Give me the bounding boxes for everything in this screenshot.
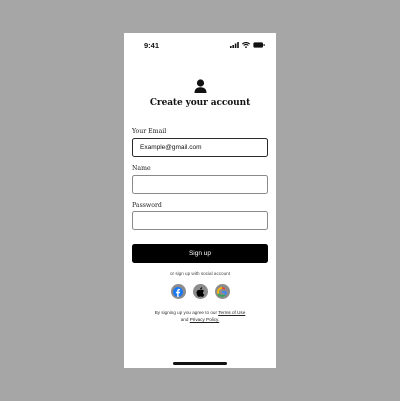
sign-up-button[interactable]: Sign up bbox=[132, 244, 268, 263]
terms-prefix: By signing up you agree to our bbox=[154, 310, 218, 315]
cellular-signal-icon bbox=[230, 42, 239, 48]
terms-line-2: and Privacy Policy. bbox=[124, 316, 276, 323]
apple-icon bbox=[196, 286, 205, 297]
terms-line-1: By signing up you agree to our Terms of … bbox=[124, 309, 276, 316]
google-icon bbox=[217, 286, 227, 297]
facebook-login-button[interactable] bbox=[170, 284, 186, 299]
email-field[interactable] bbox=[132, 138, 268, 157]
header: Create your account bbox=[124, 79, 276, 108]
password-field[interactable] bbox=[132, 211, 268, 230]
terms-conjunction: and bbox=[180, 317, 189, 322]
name-label: Name bbox=[132, 165, 151, 172]
name-field[interactable] bbox=[132, 175, 268, 194]
email-label: Your Email bbox=[132, 128, 167, 135]
user-icon bbox=[194, 79, 207, 93]
terms-of-use-link[interactable]: Terms of Use bbox=[218, 310, 245, 315]
home-indicator bbox=[173, 362, 227, 365]
terms-notice: By signing up you agree to our Terms of … bbox=[124, 309, 276, 323]
phone-screen: 9:41 Create your account Your Email Exam… bbox=[124, 33, 276, 368]
facebook-icon bbox=[173, 286, 183, 297]
password-label: Password bbox=[132, 202, 162, 209]
page-title: Create your account bbox=[149, 98, 251, 108]
privacy-policy-link[interactable]: Privacy Policy. bbox=[190, 317, 220, 322]
status-bar: 9:41 bbox=[124, 33, 276, 57]
wifi-icon bbox=[242, 42, 250, 48]
status-icons bbox=[230, 42, 265, 48]
social-login-row bbox=[124, 284, 276, 299]
apple-login-button[interactable] bbox=[192, 284, 208, 299]
battery-icon bbox=[253, 42, 265, 48]
status-time: 9:41 bbox=[144, 41, 160, 50]
social-caption: or sign up with social account bbox=[169, 271, 230, 276]
google-login-button[interactable] bbox=[214, 284, 230, 299]
